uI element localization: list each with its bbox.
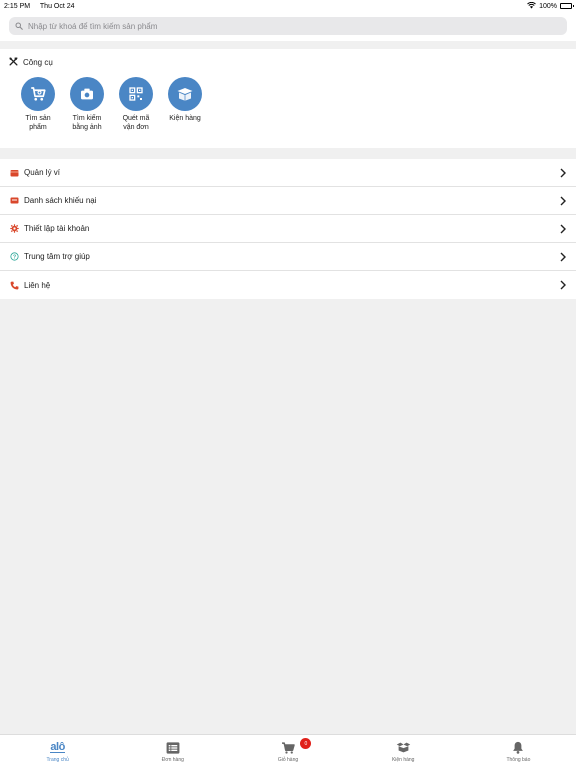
tool-packages[interactable]: Kiện hàng	[161, 77, 209, 132]
tab-label: Trang chủ	[46, 756, 69, 763]
status-time: 2:15 PM	[4, 2, 31, 10]
package-box-icon	[168, 77, 202, 111]
battery-icon	[560, 3, 574, 9]
svg-text:?: ?	[12, 254, 15, 260]
qr-code-icon	[119, 77, 153, 111]
search-icon	[15, 17, 23, 35]
gear-icon	[9, 224, 19, 234]
menu-item-complaints[interactable]: Danh sách khiếu nại	[0, 187, 576, 215]
wallet-icon	[9, 168, 19, 178]
complaint-icon	[9, 196, 19, 206]
status-left: 2:15 PM Thu Oct 24	[4, 3, 83, 10]
menu-item-wallet[interactable]: Quản lý ví	[0, 159, 576, 187]
bottom-tab-bar: alô Trang chủ Đơn hàng Giỏ hàng 0 Kiện h…	[0, 734, 576, 768]
menu-item-help-center[interactable]: ? Trung tâm trợ giúp	[0, 243, 576, 271]
tool-scan-code[interactable]: Quét mã vận đơn	[112, 77, 160, 132]
menu-label: Trung tâm trợ giúp	[24, 252, 90, 261]
tools-icon	[9, 57, 18, 68]
tab-cart[interactable]: Giỏ hàng 0	[230, 735, 345, 768]
tool-label: Tìm kiếm bằng ảnh	[72, 115, 102, 131]
tool-image-search[interactable]: Tìm kiếm bằng ảnh	[63, 77, 111, 132]
cart-search-icon	[21, 77, 55, 111]
bell-icon	[512, 741, 524, 755]
search-area	[0, 12, 576, 41]
app-logo: alô	[50, 741, 65, 753]
tools-section: Công cụ Tìm sản phẩm Tìm kiếm bằng ảnh Q…	[0, 49, 576, 148]
home-logo-icon: alô	[50, 741, 65, 755]
tool-label: Quét mã vận đơn	[122, 115, 150, 131]
search-input[interactable]	[28, 21, 561, 31]
chevron-right-icon	[559, 196, 567, 206]
tab-packages[interactable]: Kiện hàng	[346, 735, 461, 768]
status-right: 100%	[527, 1, 574, 11]
menu-item-contact[interactable]: Liên hệ	[0, 271, 576, 299]
search-bar[interactable]	[9, 17, 567, 35]
menu-label: Quản lý ví	[24, 168, 61, 177]
tab-label: Giỏ hàng	[277, 756, 299, 763]
help-icon: ?	[9, 252, 19, 262]
tool-label: Tìm sản phẩm	[25, 115, 51, 131]
tools-grid: Tìm sản phẩm Tìm kiếm bằng ảnh Quét mã v…	[9, 77, 567, 132]
menu-item-account-settings[interactable]: Thiết lập tài khoản	[0, 215, 576, 243]
camera-icon	[70, 77, 104, 111]
chevron-right-icon	[559, 280, 567, 290]
chevron-right-icon	[559, 168, 567, 178]
wifi-icon	[527, 1, 536, 11]
menu-label: Liên hệ	[24, 280, 51, 290]
menu-label: Thiết lập tài khoản	[24, 224, 90, 233]
status-bar: 2:15 PM Thu Oct 24 100%	[0, 0, 576, 12]
chevron-right-icon	[559, 224, 567, 234]
tab-notifications[interactable]: Thông báo	[461, 735, 576, 768]
cart-icon	[281, 741, 295, 755]
orders-list-icon	[166, 741, 180, 755]
tab-label: Kiện hàng	[391, 756, 415, 763]
tab-label: Đơn hàng	[161, 756, 184, 763]
settings-menu: Quản lý ví Danh sách khiếu nại Thiết lập…	[0, 159, 576, 299]
tools-header: Công cụ	[9, 57, 567, 68]
tab-orders[interactable]: Đơn hàng	[115, 735, 230, 768]
tab-home[interactable]: alô Trang chủ	[0, 735, 115, 768]
battery-percent: 100%	[539, 2, 557, 10]
tools-title: Công cụ	[23, 58, 53, 67]
tab-label: Thông báo	[506, 756, 531, 763]
chevron-right-icon	[559, 252, 567, 262]
cart-count-badge: 0	[300, 738, 312, 749]
menu-label: Danh sách khiếu nại	[24, 196, 97, 205]
phone-icon	[9, 280, 19, 290]
status-date: Thu Oct 24	[39, 2, 75, 10]
tool-find-product[interactable]: Tìm sản phẩm	[14, 77, 62, 132]
package-icon	[396, 741, 411, 755]
tool-label: Kiện hàng	[169, 115, 201, 122]
